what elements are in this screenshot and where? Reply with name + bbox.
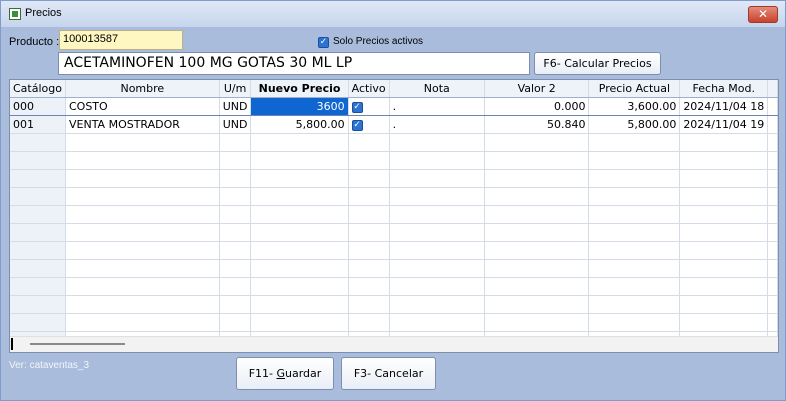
precio-actual-cell[interactable]: 5,800.00 [588, 115, 681, 134]
column-header-nuevo-precio[interactable]: Nuevo Precio [250, 80, 349, 98]
table-row[interactable]: 001 VENTA MOSTRADOR UND 5,800.00 ✓ . 50.… [10, 115, 778, 134]
calcular-precios-button[interactable]: F6- Calcular Precios [534, 52, 661, 75]
nombre-cell[interactable]: COSTO [65, 97, 220, 116]
product-label: Producto : [9, 36, 60, 48]
product-description: ACETAMINOFEN 100 MG GOTAS 30 ML LP [58, 52, 530, 75]
nuevo-precio-edit-cell[interactable]: 3600 [250, 97, 349, 116]
table-row[interactable]: 000 COSTO UND 3600 ✓ . 0.000 3,600.00 20… [10, 97, 778, 116]
empty-table-row [10, 223, 778, 242]
solo-precios-activos-checkbox[interactable]: ✓ [318, 37, 329, 48]
column-header-um[interactable]: U/m [219, 80, 252, 98]
nota-cell[interactable]: . [389, 115, 485, 134]
prices-table: Catálogo Nombre U/m Nuevo Precio Activo … [10, 80, 778, 350]
column-header-precio-actual[interactable]: Precio Actual [588, 80, 681, 98]
cancelar-button[interactable]: F3- Cancelar [341, 357, 436, 390]
close-button[interactable]: ✕ [748, 6, 778, 23]
check-icon[interactable]: ✓ [351, 101, 363, 113]
text-cursor [11, 338, 13, 350]
check-icon: ✓ [319, 37, 328, 47]
guardar-button-hotkey: G [276, 367, 286, 380]
prices-grid[interactable]: Catálogo Nombre U/m Nuevo Precio Activo … [9, 79, 779, 353]
empty-table-row [10, 295, 778, 314]
column-header-nombre[interactable]: Nombre [65, 80, 220, 98]
activo-cell[interactable]: ✓ [348, 115, 390, 134]
nota-cell[interactable]: . [389, 97, 485, 116]
column-header-spacer [767, 80, 778, 98]
precios-window: Precios ✕ Producto : 100013587 ✓ Solo Pr… [0, 0, 786, 401]
solo-precios-activos-label: Solo Precios activos [333, 36, 424, 47]
table-header-row: Catálogo Nombre U/m Nuevo Precio Activo … [10, 80, 778, 98]
guardar-button-label: uardar [285, 367, 322, 380]
column-header-valor-2[interactable]: Valor 2 [484, 80, 590, 98]
app-icon [9, 8, 21, 20]
column-header-nota[interactable]: Nota [389, 80, 485, 98]
empty-table-row [10, 169, 778, 188]
table-spacer-cell [767, 97, 778, 116]
empty-table-row [10, 313, 778, 332]
activo-cell[interactable]: ✓ [348, 97, 390, 116]
title-bar: Precios ✕ [1, 1, 785, 27]
empty-table-row [10, 151, 778, 170]
scrollbar-thumb[interactable] [30, 343, 125, 345]
empty-table-row [10, 205, 778, 224]
column-header-catalogo[interactable]: Catálogo [10, 80, 66, 98]
empty-table-row [10, 241, 778, 260]
fecha-mod-cell[interactable]: 2024/11/04 18 [679, 97, 769, 116]
valor-2-cell[interactable]: 0.000 [484, 97, 590, 116]
version-label: Ver: cataventas_3 [9, 360, 90, 371]
guardar-button-prefix: F11- [248, 367, 277, 380]
table-spacer-cell [767, 115, 778, 134]
column-header-fecha-mod[interactable]: Fecha Mod. [679, 80, 769, 98]
nombre-cell[interactable]: VENTA MOSTRADOR [65, 115, 220, 134]
catalog-cell[interactable]: 001 [10, 115, 66, 134]
empty-table-row [10, 187, 778, 206]
horizontal-scrollbar[interactable] [10, 336, 778, 352]
close-icon: ✕ [757, 7, 769, 21]
um-cell[interactable]: UND [219, 97, 252, 116]
empty-table-row [10, 259, 778, 278]
catalog-cell[interactable]: 000 [10, 97, 66, 116]
precio-actual-cell[interactable]: 3,600.00 [588, 97, 681, 116]
empty-table-row [10, 277, 778, 296]
column-header-activo[interactable]: Activo [348, 80, 390, 98]
nuevo-precio-cell[interactable]: 5,800.00 [250, 115, 349, 134]
um-cell[interactable]: UND [219, 115, 252, 134]
check-icon[interactable]: ✓ [351, 119, 363, 131]
product-code-input[interactable]: 100013587 [59, 30, 183, 50]
window-title: Precios [25, 7, 62, 19]
empty-table-row [10, 133, 778, 152]
valor-2-cell[interactable]: 50.840 [484, 115, 590, 134]
fecha-mod-cell[interactable]: 2024/11/04 19 [679, 115, 769, 134]
guardar-button[interactable]: F11- Guardar [236, 357, 334, 390]
